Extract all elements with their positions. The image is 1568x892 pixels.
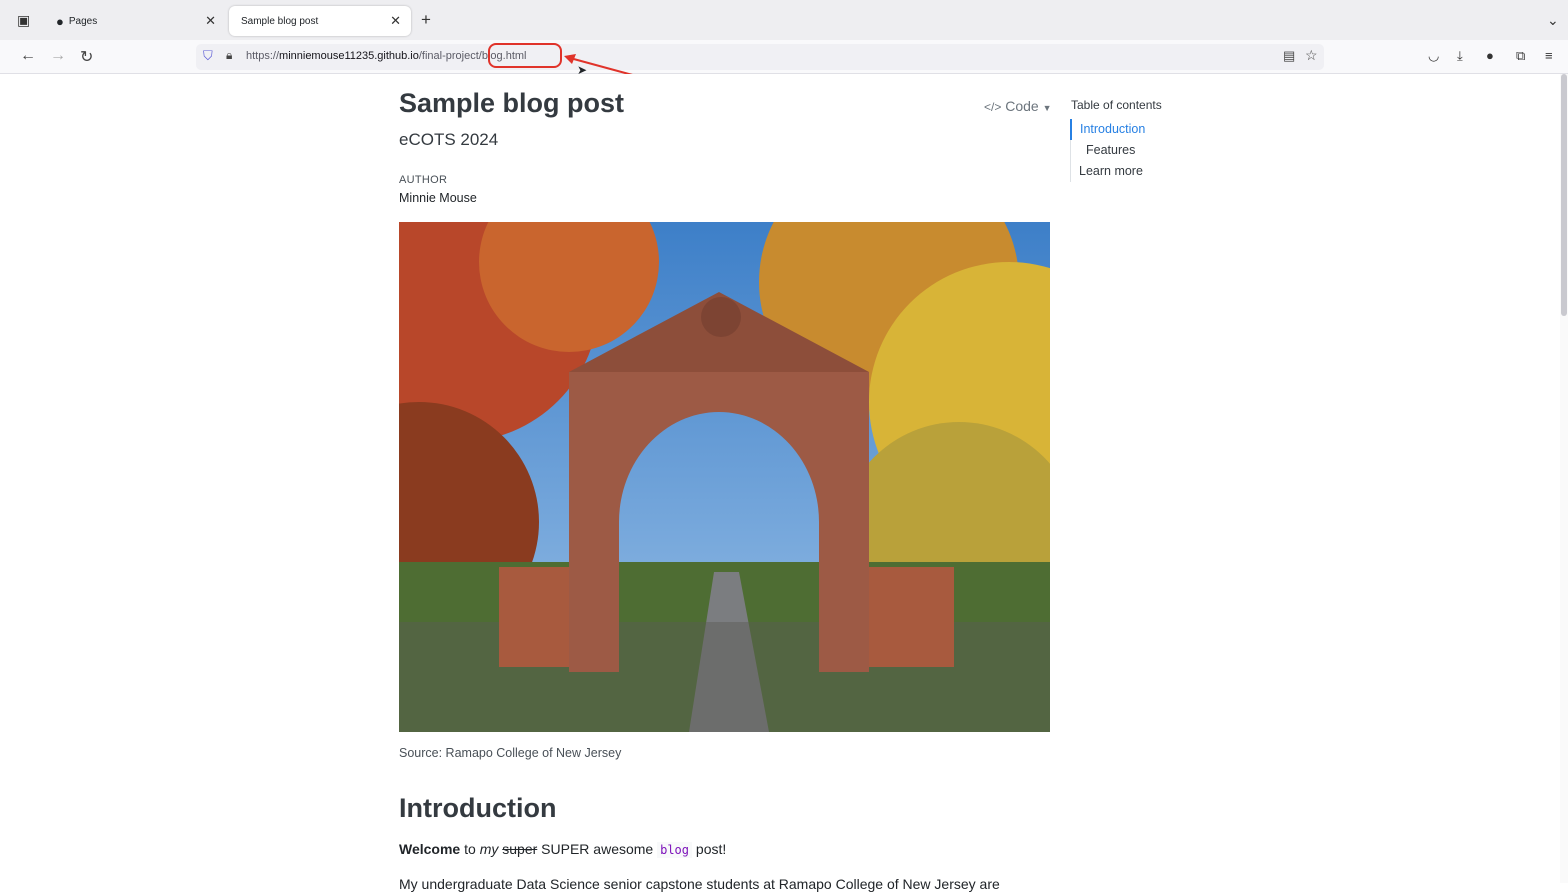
intro-paragraph: Welcome to my super SUPER awesome blog p… (399, 841, 727, 858)
url-bar[interactable]: ⛉ 🔒︎ https://minniemouse11235.github.io/… (196, 44, 1324, 70)
forward-icon[interactable]: → (50, 47, 66, 65)
tab-sample-blog-post[interactable]: Sample blog post ✕ (229, 6, 411, 36)
lock-icon[interactable]: 🔒︎ (226, 48, 232, 63)
tab-label: Sample blog post (241, 15, 319, 27)
download-icon[interactable]: ⤓ (1457, 48, 1463, 64)
code-dropdown-button[interactable]: </> Code ▼ (984, 98, 1052, 114)
tab-bar: ▣ ● Pages ✕ Sample blog post ✕ + ⌄ (0, 0, 1568, 40)
tab-label: Pages (68, 15, 98, 27)
shield-icon[interactable]: ⛉ (203, 48, 213, 64)
caret-down-icon: ▼ (1042, 103, 1052, 113)
toc-title: Table of contents (1071, 98, 1162, 112)
account-icon[interactable]: ● (1486, 48, 1494, 63)
table-of-contents: Introduction Features Learn more (1070, 119, 1145, 182)
github-icon: ● (56, 13, 64, 29)
scrollbar-thumb[interactable] (1561, 74, 1567, 316)
reload-icon[interactable]: ↻ (80, 47, 93, 67)
chevron-down-icon[interactable]: ⌄ (1547, 12, 1559, 29)
tab-pages[interactable]: ● Pages ✕ (44, 6, 226, 36)
toc-item-introduction[interactable]: Introduction (1070, 119, 1145, 140)
back-icon[interactable]: ← (20, 47, 36, 65)
tab-list-icon[interactable]: ▣ (17, 12, 30, 29)
pocket-icon[interactable]: ◡ (1428, 48, 1439, 64)
close-icon[interactable]: ✕ (390, 13, 401, 29)
image-caption: Source: Ramapo College of New Jersey (399, 746, 622, 760)
author-label: AUTHOR (399, 174, 448, 186)
menu-icon[interactable]: ≡ (1545, 48, 1553, 63)
author-name: Minnie Mouse (399, 191, 477, 205)
section-heading-introduction: Introduction (399, 793, 557, 823)
navigation-toolbar: ← → ↻ ⛉ 🔒︎ https://minniemouse11235.gith… (0, 40, 1568, 74)
close-icon[interactable]: ✕ (205, 13, 216, 29)
hero-image (399, 222, 1050, 732)
code-icon: </> (984, 100, 1002, 114)
reader-icon[interactable]: ▤ (1283, 48, 1295, 64)
page-subtitle: eCOTS 2024 (399, 130, 499, 149)
toc-item-learn-more[interactable]: Learn more (1071, 161, 1145, 182)
extensions-icon[interactable]: ⧉ (1516, 48, 1525, 64)
second-paragraph: My undergraduate Data Science senior cap… (399, 876, 1000, 892)
url-highlight-annotation (488, 43, 562, 68)
toc-item-features[interactable]: Features (1071, 140, 1145, 161)
new-tab-button[interactable]: + (421, 10, 431, 30)
star-icon[interactable]: ☆ (1305, 47, 1318, 64)
page-title: Sample blog post (399, 88, 625, 118)
url-text[interactable]: https://minniemouse11235.github.io/final… (246, 50, 526, 62)
